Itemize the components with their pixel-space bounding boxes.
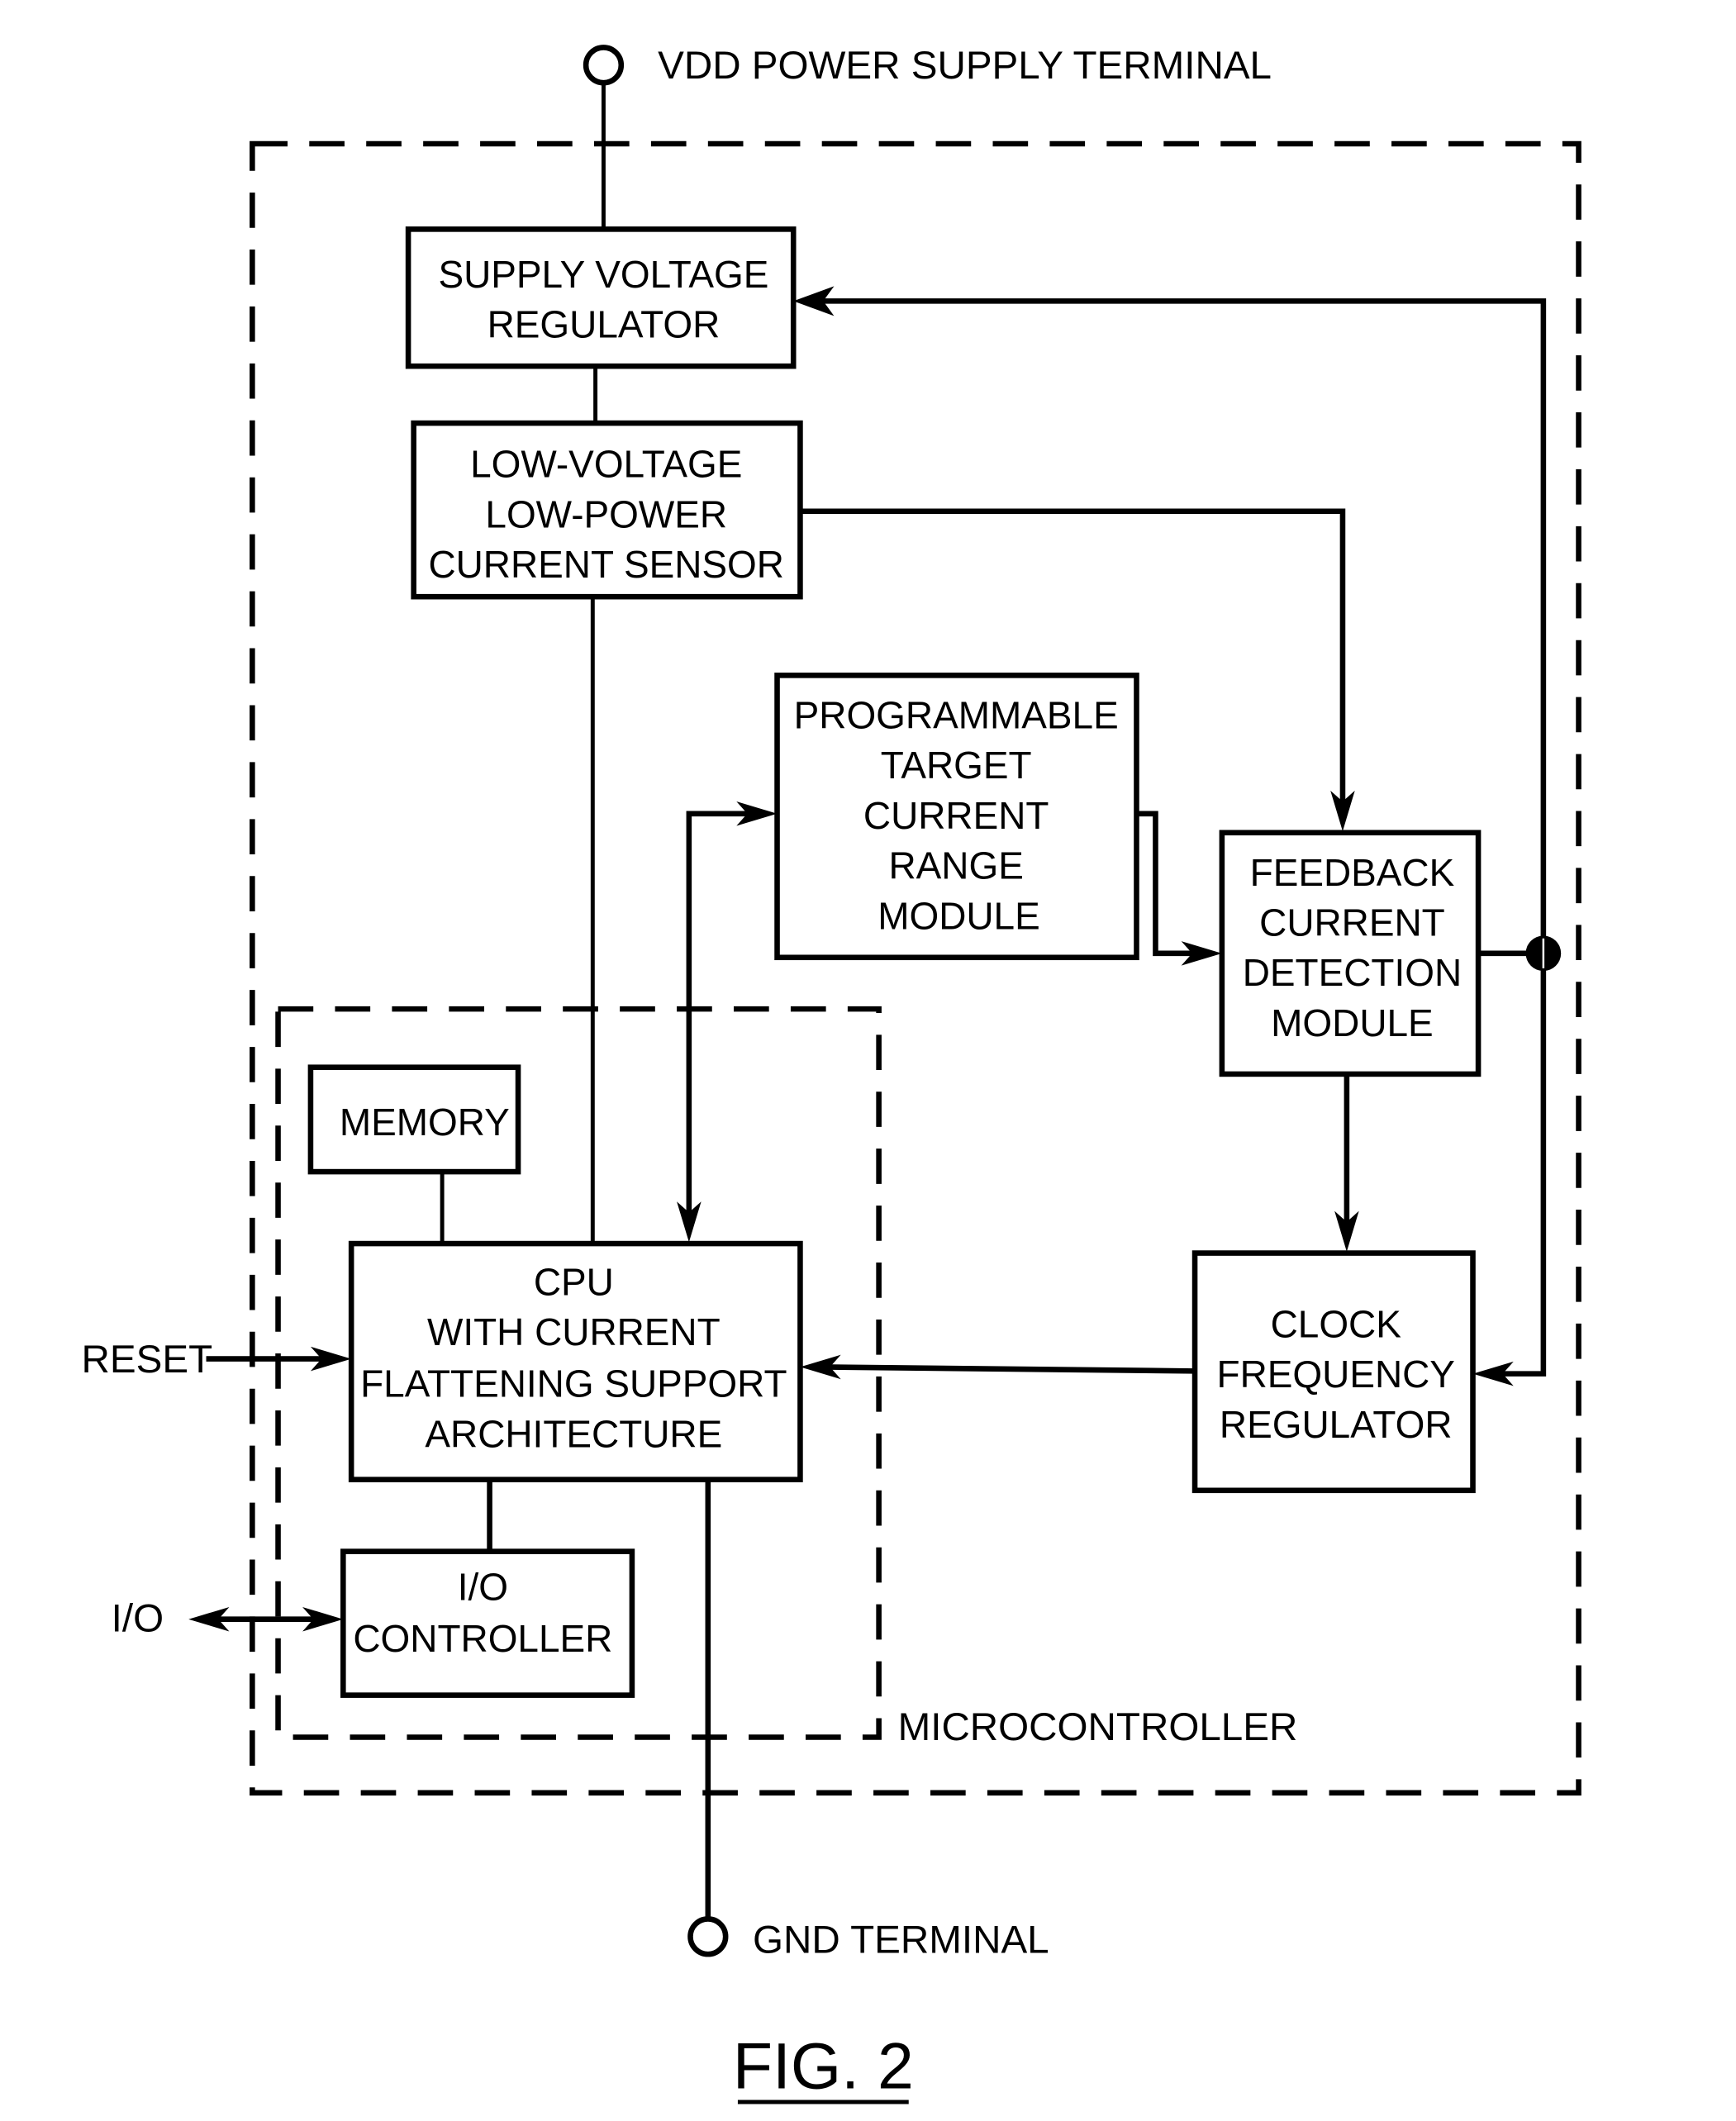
current-sensor-block: LOW-VOLTAGE LOW-POWER CURRENT SENSOR: [411, 420, 803, 600]
block-label: MODULE: [878, 894, 1040, 937]
block-label: WITH CURRENT: [427, 1310, 721, 1353]
block-label: CPU: [534, 1260, 614, 1303]
block-diagram: VDD POWER SUPPLY TERMINAL SUPPLY VOLTAGE…: [82, 44, 1581, 2104]
block-label: I/O: [458, 1566, 508, 1609]
gnd-terminal-label: GND TERMINAL: [753, 1918, 1049, 1962]
clock-to-cpu-wire: [821, 1364, 1196, 1374]
target-current-range-block: PROGRAMMABLE TARGET CURRENT RANGE MODULE: [774, 673, 1139, 961]
block-label: CURRENT: [1259, 901, 1445, 944]
io-controller-block: I/O CONTROLLER: [340, 1548, 635, 1698]
supply-voltage-regulator-block: SUPPLY VOLTAGE REGULATOR: [405, 226, 797, 369]
cpu-target-bus-wire: [686, 811, 756, 1218]
block-label: REGULATOR: [1220, 1403, 1453, 1446]
block-label: PROGRAMMABLE: [794, 693, 1119, 736]
block-label: CURRENT: [863, 794, 1049, 837]
block-label: TARGET: [881, 744, 1032, 787]
block-label: ARCHITECTURE: [425, 1412, 722, 1455]
vdd-terminal-icon: [583, 45, 625, 86]
block-label: LOW-POWER: [485, 492, 727, 535]
block-label: FREQUENCY: [1217, 1353, 1455, 1396]
clock-frequency-regulator-block: CLOCK FREQUENCY REGULATOR: [1191, 1250, 1476, 1494]
block-label: REGULATOR: [488, 303, 721, 346]
vdd-terminal-label: VDD POWER SUPPLY TERMINAL: [658, 44, 1272, 88]
cpu-block: CPU WITH CURRENT FLATTENING SUPPORT ARCH…: [348, 1240, 803, 1482]
block-label: SUPPLY VOLTAGE: [438, 253, 768, 296]
block-label: LOW-VOLTAGE: [470, 443, 742, 486]
block-label: FLATTENING SUPPORT: [360, 1362, 787, 1405]
target-to-feedback-wire: [1136, 811, 1201, 957]
block-label: CLOCK: [1271, 1302, 1402, 1345]
reset-signal-label: RESET: [82, 1338, 213, 1382]
block-label: CURRENT SENSOR: [428, 543, 784, 586]
gnd-terminal-icon: [687, 1916, 729, 1957]
block-label: RANGE: [888, 844, 1023, 887]
feedback-detection-block: FEEDBACK CURRENT DETECTION MODULE: [1219, 830, 1482, 1077]
block-label: MODULE: [1271, 1001, 1434, 1044]
microcontroller-label: MICROCONTROLLER: [898, 1705, 1298, 1749]
block-label: DETECTION: [1243, 951, 1462, 994]
block-label: FEEDBACK: [1250, 851, 1455, 894]
io-signal-label: I/O: [112, 1596, 164, 1640]
figure-caption: FIG. 2: [733, 2030, 914, 2103]
block-label: MEMORY: [340, 1101, 510, 1144]
memory-block: MEMORY: [307, 1064, 521, 1175]
block-label: CONTROLLER: [353, 1617, 612, 1660]
